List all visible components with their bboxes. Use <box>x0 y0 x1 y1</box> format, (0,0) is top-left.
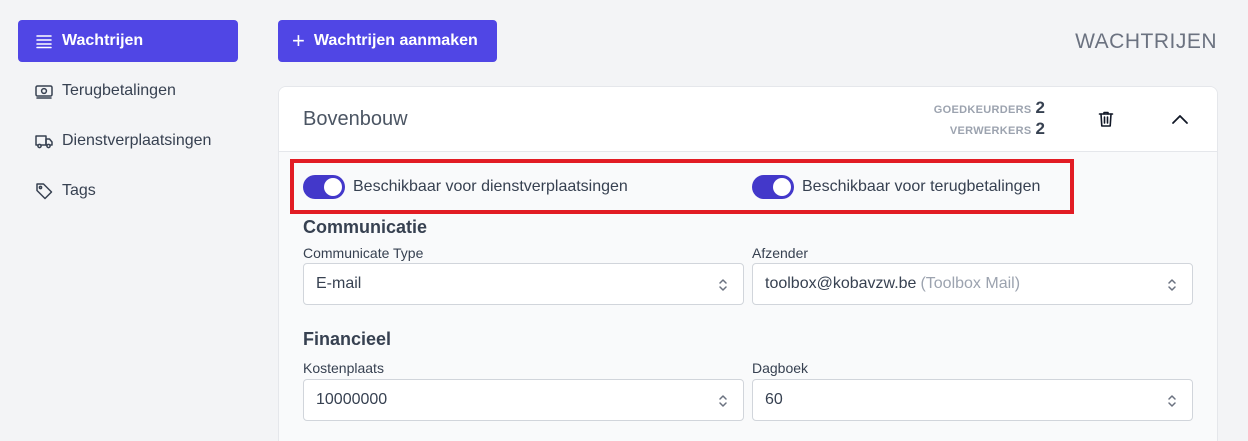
select-value: toolbox@kobavzw.be <box>765 275 917 292</box>
sidebar-item-label: Wachtrijen <box>62 32 144 49</box>
queue-card-header: Bovenbouw GOEDKEURDERS 2 VERWERKERS 2 <box>279 87 1217 152</box>
select-updown-icon <box>719 395 727 407</box>
approvers-count: 2 <box>1035 98 1045 117</box>
queue-stats: GOEDKEURDERS 2 VERWERKERS 2 <box>934 98 1045 140</box>
approvers-label: GOEDKEURDERS <box>933 104 1032 116</box>
create-queue-button[interactable]: + Wachtrijen aanmaken <box>278 20 497 62</box>
sidebar: Wachtrijen Terugbetalingen Dienstverplaa… <box>18 20 238 220</box>
plus-icon: + <box>292 28 305 53</box>
select-value: E-mail <box>316 275 362 292</box>
cost-center-select[interactable]: 10000000 <box>303 379 744 421</box>
journal-label: Dagboek <box>752 360 809 376</box>
select-updown-icon <box>719 279 727 291</box>
select-value: 60 <box>765 391 783 408</box>
cost-center-label: Kostenplaats <box>303 360 384 376</box>
select-updown-icon <box>1168 395 1176 407</box>
queue-title: Bovenbouw <box>303 108 408 130</box>
sidebar-item-dienstverplaatsingen[interactable]: Dienstverplaatsingen <box>18 120 238 162</box>
sender-select[interactable]: toolbox@kobavzw.be (Toolbox Mail) <box>752 263 1193 305</box>
toggle-switch[interactable] <box>752 175 794 199</box>
page-title: WACHTRIJEN <box>1075 30 1217 53</box>
select-updown-icon <box>1168 279 1176 291</box>
chevron-up-icon[interactable] <box>1169 109 1191 131</box>
sidebar-item-label: Tags <box>62 182 96 199</box>
sidebar-item-terugbetalingen[interactable]: Terugbetalingen <box>18 70 238 112</box>
sidebar-item-label: Terugbetalingen <box>62 82 176 99</box>
communicate-type-select[interactable]: E-mail <box>303 263 744 305</box>
toggle-label: Beschikbaar voor terugbetalingen <box>802 178 1041 195</box>
create-queue-label: Wachtrijen aanmaken <box>313 32 478 49</box>
processors-count: 2 <box>1035 119 1045 138</box>
select-value: 10000000 <box>316 391 388 408</box>
banknote-icon <box>34 81 54 101</box>
trash-icon[interactable] <box>1096 109 1116 129</box>
select-hint: (Toolbox Mail) <box>920 275 1021 292</box>
journal-select[interactable]: 60 <box>752 379 1193 421</box>
sidebar-item-wachtrijen[interactable]: Wachtrijen <box>18 20 238 62</box>
queue-list-icon <box>34 31 54 51</box>
toggle-switch[interactable] <box>303 175 345 199</box>
truck-icon <box>34 131 54 151</box>
section-title-communication: Communicatie <box>303 217 428 237</box>
toggle-label: Beschikbaar voor dienstverplaatsingen <box>353 178 628 195</box>
toggle-service-moves[interactable]: Beschikbaar voor dienstverplaatsingen <box>303 175 628 199</box>
processors-label: VERWERKERS <box>949 125 1032 137</box>
sidebar-item-label: Dienstverplaatsingen <box>62 132 212 149</box>
sender-label: Afzender <box>752 245 809 261</box>
tag-icon <box>34 181 54 201</box>
communicate-type-label: Communicate Type <box>303 245 424 261</box>
section-title-financial: Financieel <box>303 329 392 349</box>
toggle-refunds[interactable]: Beschikbaar voor terugbetalingen <box>752 175 1040 199</box>
sidebar-item-tags[interactable]: Tags <box>18 170 238 212</box>
